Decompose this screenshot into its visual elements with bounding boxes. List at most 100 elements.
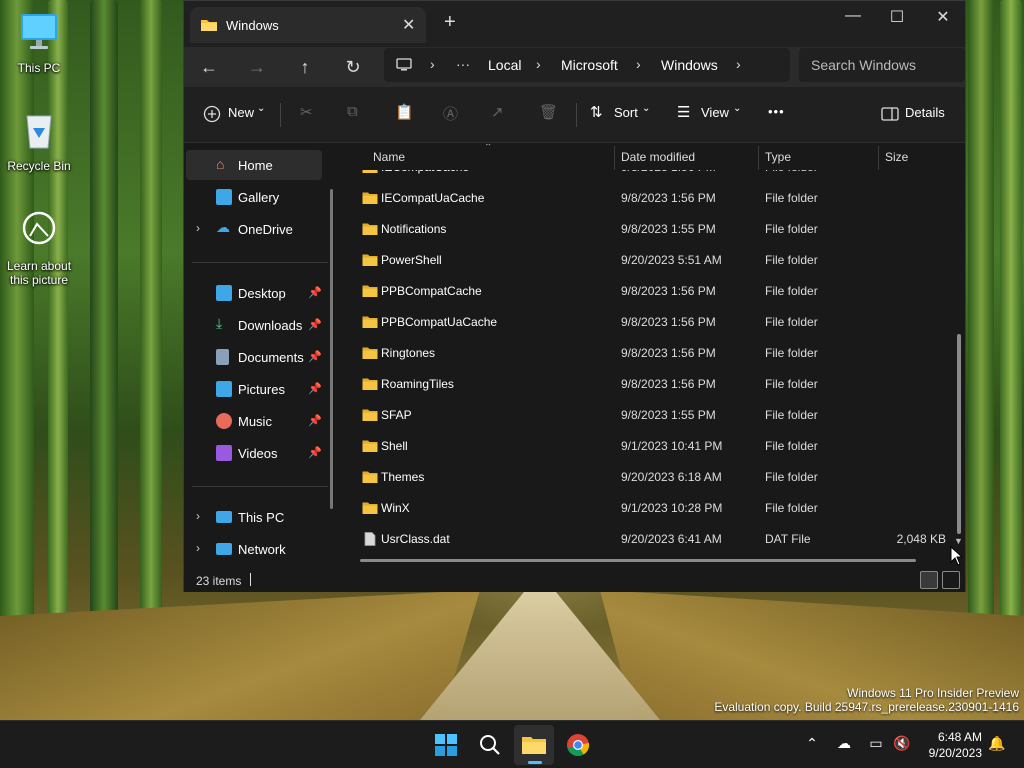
file-name: WinX [381, 501, 410, 515]
file-name: PowerShell [381, 253, 442, 267]
chrome-taskbar-button[interactable] [558, 725, 598, 765]
chevron-right-icon[interactable]: › [736, 56, 741, 72]
file-date: 9/20/2023 6:41 AM [621, 532, 722, 546]
minimize-icon[interactable]: — [830, 7, 876, 27]
nav-item-videos[interactable]: Videos 📌 [186, 438, 322, 468]
breadcrumb-windows[interactable]: Windows [661, 57, 718, 73]
search-box[interactable] [799, 48, 965, 82]
horizontal-scrollbar-thumb[interactable] [360, 559, 916, 562]
more-options-button[interactable]: ••• [768, 104, 785, 119]
paste-icon[interactable]: 📋 [395, 103, 414, 121]
notification-bell-icon[interactable]: 🔔 [987, 735, 1007, 755]
share-icon[interactable]: ↗ [491, 103, 504, 121]
scroll-down-icon[interactable]: ▼ [954, 536, 963, 546]
file-name: PPBCompatUaCache [381, 315, 498, 329]
table-row[interactable]: PPBCompatUaCache 9/8/2023 1:56 PM File fol… [342, 307, 946, 338]
table-row[interactable]: Shell 9/1/2023 10:41 PM File folder [342, 431, 946, 462]
chevron-right-icon[interactable]: › [196, 509, 200, 523]
table-row[interactable]: IECompatUaCache 9/8/2023 1:56 PM File fold… [342, 183, 946, 214]
vertical-scrollbar-thumb[interactable] [957, 334, 961, 534]
pin-icon[interactable]: 📌 [308, 446, 322, 459]
table-row[interactable]: PPBCompatCache 9/8/2023 1:56 PM File folde… [342, 276, 946, 307]
nav-item-gallery[interactable]: Gallery [186, 182, 322, 212]
table-row[interactable]: UsrClass.dat 9/20/2023 6:41 AM DAT File 2,0… [342, 524, 946, 555]
desktop-icon-learn-about-picture[interactable]: Learn about this picture [1, 208, 77, 287]
nav-item-network[interactable]: › Network [186, 534, 322, 564]
table-row[interactable]: PowerShell 9/20/2023 5:51 AM File folder [342, 245, 946, 276]
search-input[interactable] [811, 56, 961, 74]
chevron-right-icon[interactable]: › [196, 541, 200, 555]
pin-icon[interactable]: 📌 [308, 318, 322, 331]
details-button[interactable]: Details [905, 105, 945, 120]
file-type: File folder [765, 222, 818, 236]
table-row[interactable]: Ringtones 9/8/2023 1:56 PM File folder [342, 338, 946, 369]
breadcrumb-microsoft[interactable]: Microsoft [561, 57, 618, 73]
onedrive-tray-icon[interactable]: ☁ [834, 735, 854, 755]
nav-item-pictures[interactable]: Pictures 📌 [186, 374, 322, 404]
chevron-down-icon: ⌄ [257, 103, 266, 114]
close-tab-icon[interactable]: ✕ [402, 15, 415, 35]
video-icon [216, 445, 232, 461]
column-header-size[interactable]: Size [885, 150, 908, 164]
search-button[interactable] [470, 725, 510, 765]
chevron-right-icon[interactable]: › [196, 221, 200, 235]
start-button[interactable] [426, 725, 466, 765]
column-header-name[interactable]: Name [373, 150, 405, 164]
network-tray-icon[interactable]: ▭ [866, 735, 886, 755]
sort-button[interactable]: Sort [614, 105, 638, 120]
new-tab-icon[interactable]: + [444, 12, 456, 32]
ellipsis-icon[interactable]: ··· [456, 56, 470, 72]
clock[interactable]: 6:48 AM 9/20/2023 [918, 729, 982, 761]
pin-icon[interactable]: 📌 [308, 414, 322, 427]
close-window-icon[interactable]: ✕ [920, 7, 966, 27]
volume-muted-icon[interactable]: 🔇 [892, 735, 912, 755]
download-icon: ⤓ [216, 315, 223, 331]
copy-icon[interactable]: ⧉ [347, 103, 358, 120]
nav-item-documents[interactable]: Documents 📌 [186, 342, 322, 372]
details-view-icon[interactable] [920, 571, 938, 589]
breadcrumb-local[interactable]: Local [488, 57, 521, 73]
pin-icon[interactable]: 📌 [308, 382, 322, 395]
desktop-icon-this-pc[interactable]: This PC [1, 10, 77, 75]
table-row[interactable]: RoamingTiles 9/8/2023 1:56 PM File folder [342, 369, 946, 400]
table-row[interactable]: SFAP 9/8/2023 1:55 PM File folder [342, 400, 946, 431]
rename-icon[interactable]: Ⓐ [443, 103, 458, 124]
mouse-cursor-icon [950, 546, 964, 566]
nav-item-music[interactable]: Music 📌 [186, 406, 322, 436]
file-name: SFAP [381, 408, 412, 422]
view-button[interactable]: View [701, 105, 729, 120]
cut-icon[interactable]: ✂ [300, 103, 313, 121]
sort-icon: ⇅ [590, 104, 603, 121]
nav-item-this-pc[interactable]: › This PC [186, 502, 322, 532]
large-icons-view-icon[interactable] [942, 571, 960, 589]
up-icon[interactable]: ↑ [293, 55, 317, 79]
nav-item-onedrive[interactable]: › ☁ OneDrive [186, 214, 322, 244]
command-bar: New ⌄ ✂ ⧉ 📋 Ⓐ ↗ 🗑 ⇅ Sort ⌄ ☰ View ⌄ ••• … [184, 87, 965, 143]
chevron-up-icon[interactable]: ⌃ [802, 735, 822, 755]
pin-icon[interactable]: 📌 [308, 350, 322, 363]
delete-icon[interactable]: 🗑 [539, 103, 558, 121]
desktop-icon-recycle-bin[interactable]: Recycle Bin [1, 108, 77, 173]
table-row[interactable]: Notifications 9/8/2023 1:55 PM File folder [342, 214, 946, 245]
nav-scrollbar[interactable] [330, 189, 333, 509]
nav-item-desktop[interactable]: Desktop 📌 [186, 278, 322, 308]
back-icon[interactable]: ← [197, 55, 221, 79]
tab-windows[interactable]: Windows ✕ [190, 7, 426, 43]
column-header-type[interactable]: Type [765, 150, 791, 164]
table-row[interactable]: WinX 9/1/2023 10:28 PM File folder [342, 493, 946, 524]
tab-title: Windows [226, 18, 279, 33]
file-explorer-window: Windows ✕ + — ☐ ✕ ← → ↑ ↻ › ··· Local › … [183, 0, 966, 592]
nav-item-downloads[interactable]: ⤓ Downloads 📌 [186, 310, 322, 340]
gallery-icon [216, 189, 232, 205]
breadcrumb[interactable]: › ··· Local › Microsoft › Windows › [384, 48, 790, 82]
pin-icon[interactable]: 📌 [308, 286, 322, 299]
new-button[interactable]: New [228, 105, 254, 120]
nav-item-home[interactable]: ⌂ Home [186, 150, 322, 180]
column-header-date[interactable]: Date modified [621, 150, 695, 164]
maximize-icon[interactable]: ☐ [874, 7, 920, 27]
file-explorer-taskbar-button[interactable] [514, 725, 554, 765]
forward-icon[interactable]: → [245, 55, 269, 79]
refresh-icon[interactable]: ↻ [341, 55, 365, 79]
table-row[interactable]: Themes 9/20/2023 6:18 AM File folder [342, 462, 946, 493]
file-name: UsrClass.dat [381, 532, 450, 546]
